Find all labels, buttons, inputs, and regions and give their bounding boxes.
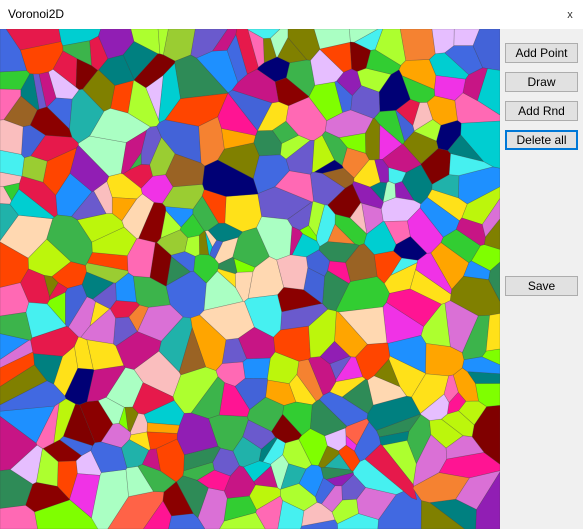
voronoi-canvas[interactable] <box>0 29 500 529</box>
add-point-button[interactable]: Add Point <box>505 43 578 63</box>
delete-all-button[interactable]: Delete all <box>505 130 578 150</box>
app-window: Voronoi2D x Add Point Draw Add Rnd Delet… <box>0 0 583 529</box>
voronoi-diagram <box>0 29 500 529</box>
voronoi-cell <box>242 357 271 379</box>
draw-button[interactable]: Draw <box>505 72 578 92</box>
save-button[interactable]: Save <box>505 276 578 296</box>
voronoi-cell <box>399 29 436 61</box>
window-title: Voronoi2D <box>8 7 65 21</box>
add-rnd-button[interactable]: Add Rnd <box>505 101 578 121</box>
close-icon[interactable]: x <box>561 6 579 24</box>
title-bar: Voronoi2D x <box>0 0 583 29</box>
